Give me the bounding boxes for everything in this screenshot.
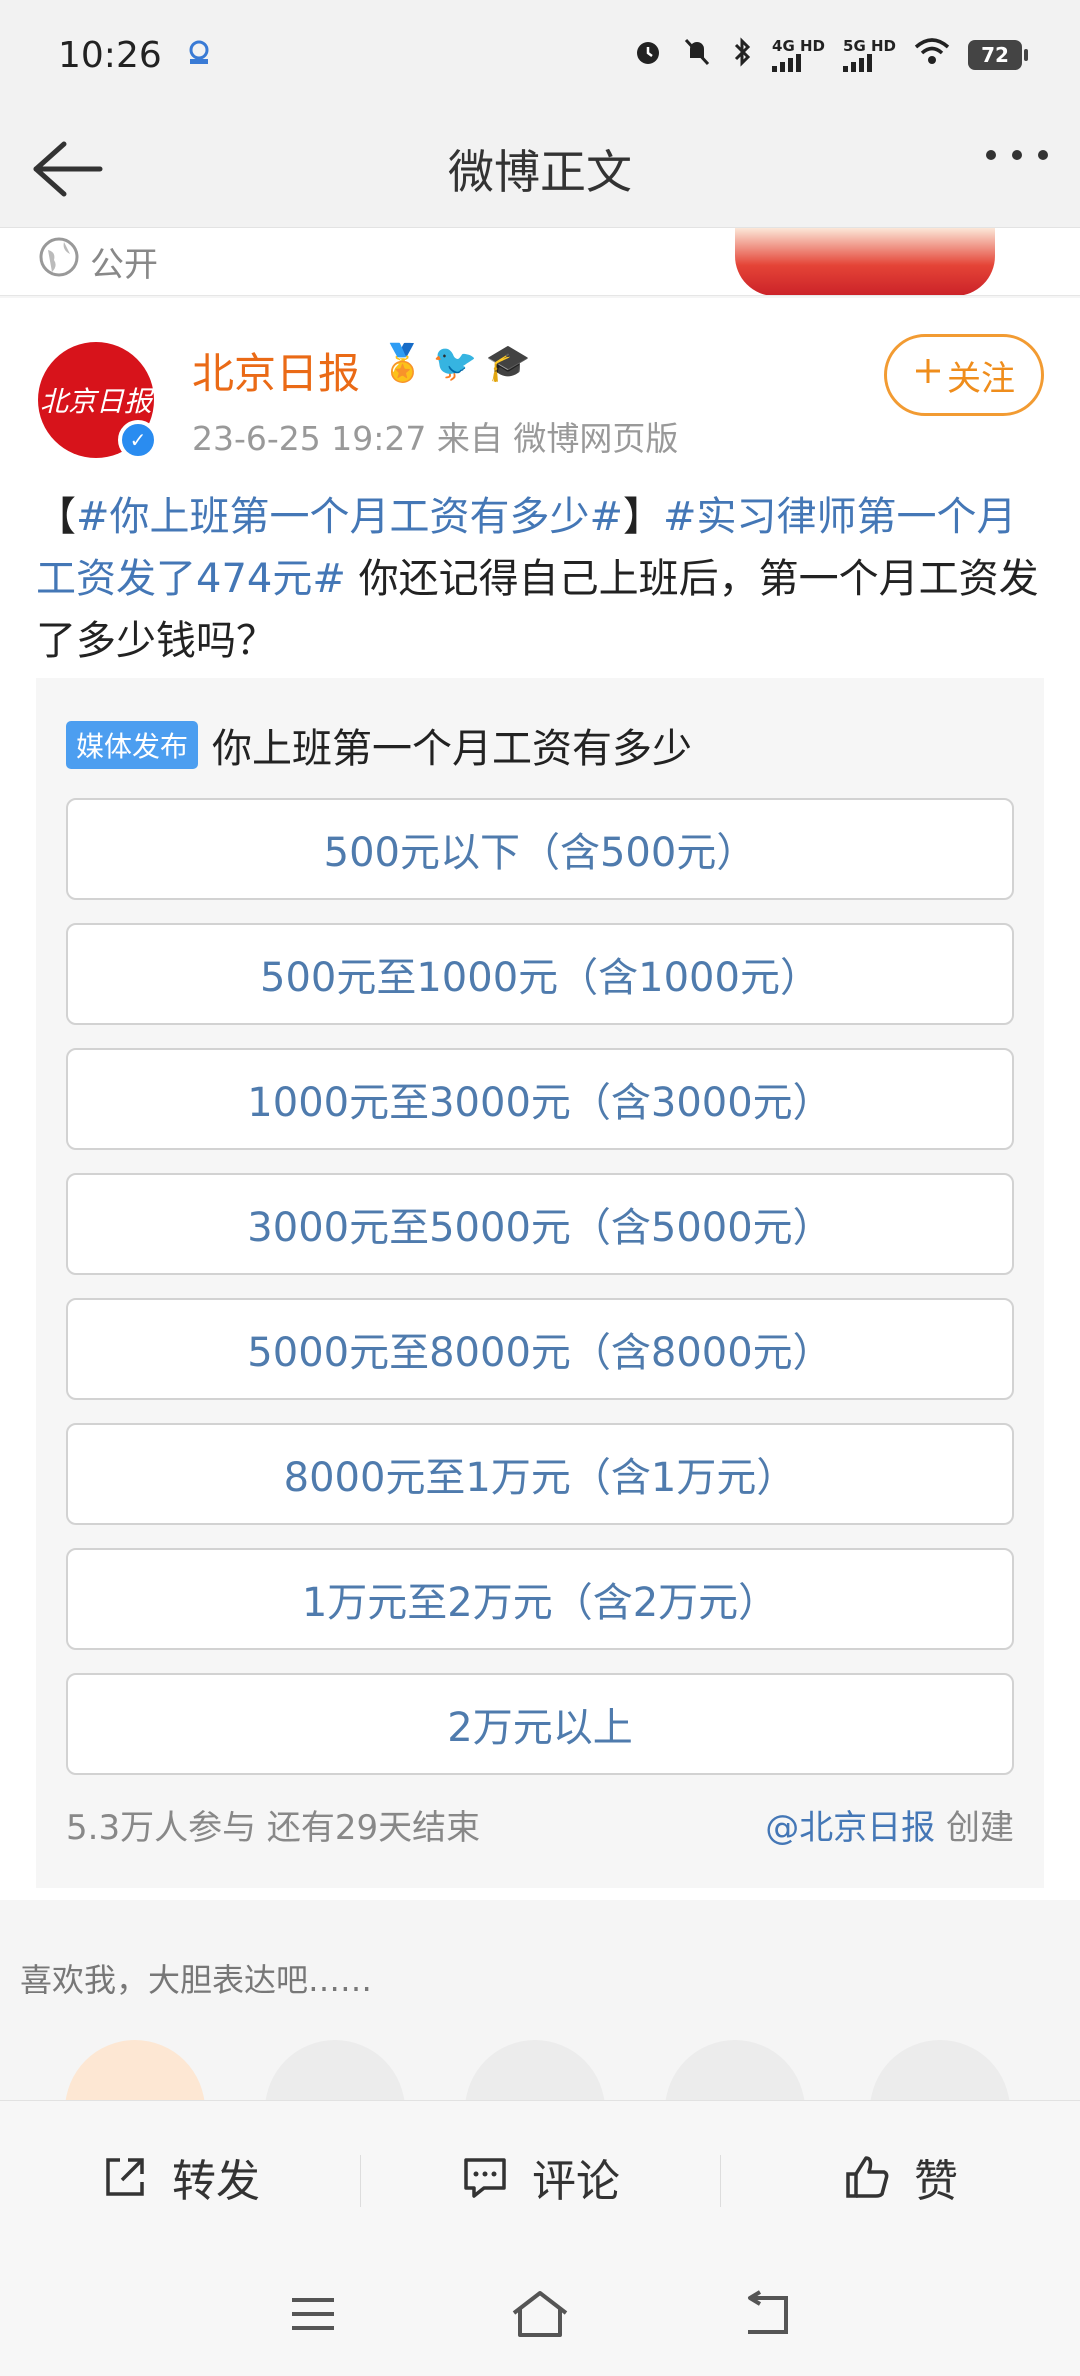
post-text-bracket-close: 】 <box>623 494 664 540</box>
reaction-bubble[interactable] <box>465 2040 605 2100</box>
poll-option[interactable]: 500元至1000元（含1000元） <box>66 923 1014 1025</box>
follow-button[interactable]: 关注 <box>884 334 1044 416</box>
network-label-2: 5G HD <box>843 36 896 55</box>
medal-icon[interactable]: 🏅 <box>380 342 425 384</box>
post-card: 北京日报 ✓ 北京日报 🏅 🐦 🎓 23-6-25 19:27 来自 微博网页版… <box>0 298 1080 1900</box>
reaction-bubble[interactable] <box>265 2040 405 2100</box>
comment-prompt[interactable]: 喜欢我，大胆表达吧…… <box>20 1955 372 2001</box>
alarm-icon <box>632 36 664 74</box>
poll-option[interactable]: 1000元至3000元（含3000元） <box>66 1048 1014 1150</box>
wifi-icon <box>914 37 950 73</box>
hashtag-link[interactable]: #你上班第一个月工资有多少# <box>76 494 623 540</box>
poll-option[interactable]: 1万元至2万元（含2万元） <box>66 1548 1014 1650</box>
app-notification-icon <box>184 35 214 76</box>
author-name[interactable]: 北京日报 <box>192 340 360 401</box>
poll-stats: 5.3万人参与 还有29天结束 <box>66 1808 481 1848</box>
home-button[interactable] <box>500 2284 580 2344</box>
home-icon <box>512 2291 568 2337</box>
comment-icon <box>464 2157 506 2198</box>
repost-button[interactable]: 转发 <box>0 2145 360 2209</box>
menu-icon <box>292 2298 335 2330</box>
action-bar: 转发 评论 赞 <box>0 2100 1080 2252</box>
comment-label: 评论 <box>532 2155 620 2207</box>
media-badge: 媒体发布 <box>66 721 199 769</box>
poll-option[interactable]: 8000元至1万元（含1万元） <box>66 1423 1014 1525</box>
back-button[interactable] <box>28 134 104 204</box>
battery-level: 72 <box>981 43 1009 67</box>
like-button[interactable]: 赞 <box>720 2145 1080 2209</box>
creator-mention[interactable]: @北京日报 <box>765 1808 935 1848</box>
battery-icon: 72 <box>968 40 1028 70</box>
reaction-bubble[interactable] <box>665 2040 805 2100</box>
share-icon <box>106 2157 144 2196</box>
page-title: 微博正文 <box>448 144 632 199</box>
like-label: 赞 <box>914 2155 958 2207</box>
system-nav-bar <box>0 2252 1080 2376</box>
comment-button[interactable]: 评论 <box>360 2145 720 2209</box>
back-nav-button[interactable] <box>727 2284 807 2344</box>
mute-icon <box>682 36 712 74</box>
verified-icon: ✓ <box>118 420 158 460</box>
reaction-row <box>0 2040 1080 2100</box>
back-arrow-icon <box>33 141 103 197</box>
graduation-cap-icon[interactable]: 🎓 <box>486 342 531 384</box>
repost-label: 转发 <box>172 2155 260 2207</box>
visibility-strip: 公开 <box>0 228 1080 296</box>
reaction-bubble[interactable] <box>65 2040 205 2100</box>
post-meta: 23-6-25 19:27 来自 微博网页版 <box>192 419 679 458</box>
status-bar: 10:26 4G HD 5G HD 72 <box>0 0 1080 110</box>
poll-option[interactable]: 3000元至5000元（含5000元） <box>66 1173 1014 1275</box>
poll-option[interactable]: 5000元至8000元（含8000元） <box>66 1298 1014 1400</box>
more-button[interactable] <box>986 150 1048 160</box>
menu-button[interactable] <box>273 2284 353 2344</box>
more-dot-icon <box>986 150 996 160</box>
network-label-1: 4G HD <box>772 36 826 55</box>
more-dot-icon <box>1038 150 1048 160</box>
status-time: 10:26 <box>58 34 162 76</box>
poll-card: 媒体发布 你上班第一个月工资有多少 500元以下（含500元） 500元至100… <box>36 678 1044 1888</box>
author-badges: 🏅 🐦 🎓 <box>380 342 530 384</box>
avatar-logo-text: 北京日报 <box>39 385 152 418</box>
creator-suffix: 创建 <box>935 1808 1014 1848</box>
plus-icon <box>913 355 943 395</box>
bluetooth-icon <box>730 36 754 74</box>
reaction-bubble[interactable] <box>870 2040 1010 2100</box>
thumbs-up-icon <box>846 2155 889 2198</box>
return-icon <box>747 2290 788 2334</box>
post-text: 【#你上班第一个月工资有多少#】#实习律师第一个月工资发了474元# 你还记得自… <box>36 486 1046 672</box>
follow-label: 关注 <box>947 358 1015 399</box>
poll-option[interactable]: 500元以下（含500元） <box>66 798 1014 900</box>
poll-footer: 5.3万人参与 还有29天结束 @北京日报 创建 <box>66 1800 1014 1849</box>
signal-icon <box>843 54 873 73</box>
poll-title: 你上班第一个月工资有多少 <box>212 726 693 772</box>
bird-icon[interactable]: 🐦 <box>433 342 478 384</box>
signal-icon <box>772 54 802 73</box>
more-dot-icon <box>1012 150 1022 160</box>
decorative-banner <box>735 228 995 295</box>
visibility-label: 公开 <box>90 245 158 285</box>
nav-bar: 微博正文 <box>0 110 1080 228</box>
post-text-bracket-open: 【 <box>36 494 76 540</box>
poll-option[interactable]: 2万元以上 <box>66 1673 1014 1775</box>
globe-icon <box>38 236 80 287</box>
